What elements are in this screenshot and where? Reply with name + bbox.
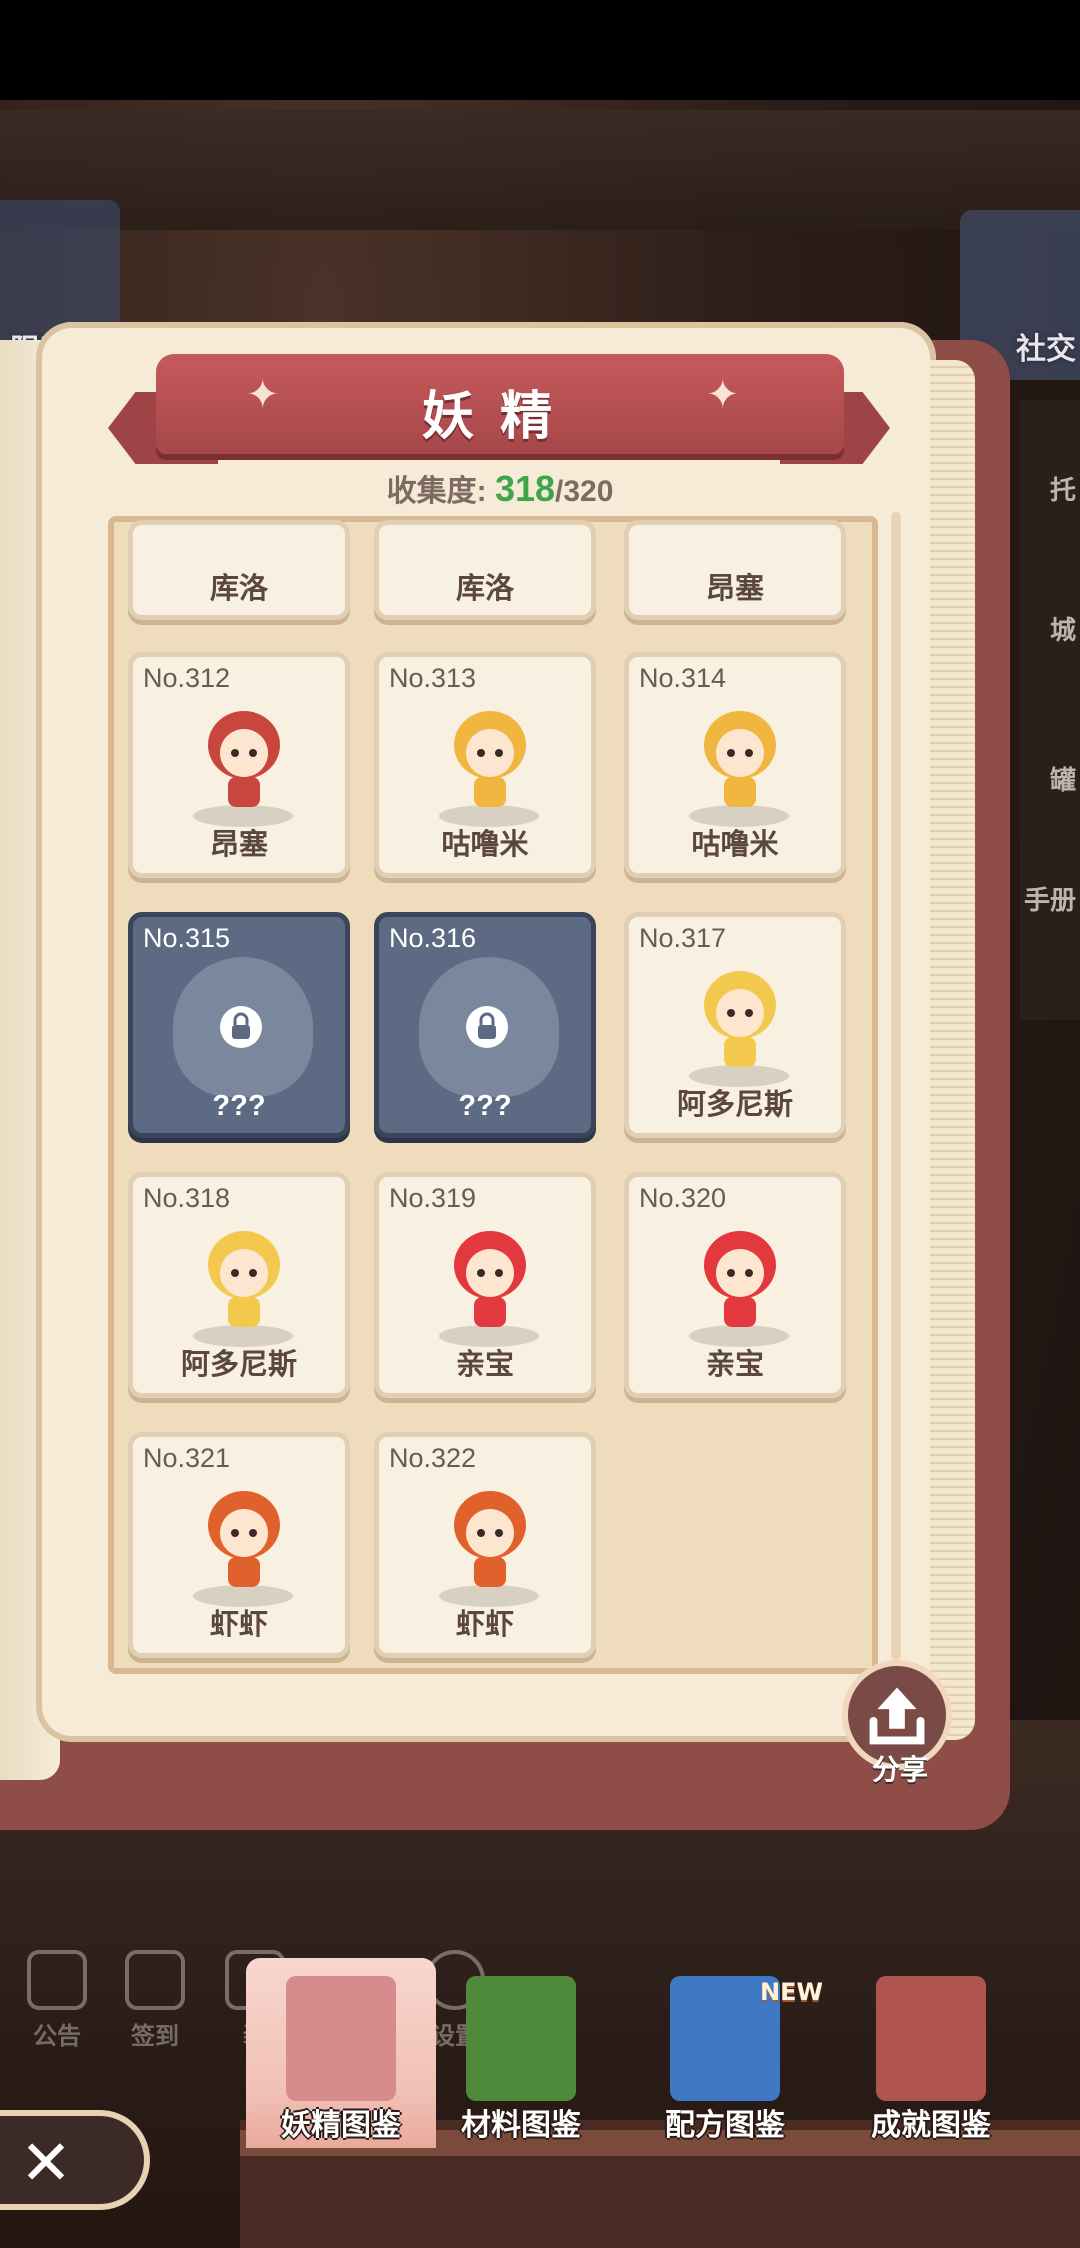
- fairy-number: No.315: [143, 923, 231, 953]
- fairy-number: No.322: [389, 1443, 477, 1473]
- right-strip-item[interactable]: 罐: [1050, 760, 1076, 797]
- side-social-label: 社交: [1016, 332, 1076, 367]
- fairy-name: ???: [212, 1090, 266, 1122]
- tab-label: 配方图鉴: [665, 2109, 785, 2142]
- sparkle-icon: ✦: [246, 372, 280, 418]
- background-shelf: [0, 110, 1080, 230]
- lock-icon: [466, 1006, 508, 1048]
- fairy-card[interactable]: No.318 阿多尼斯: [128, 1172, 350, 1398]
- fairy-number: No.318: [143, 1183, 231, 1213]
- fairy-portrait: [454, 711, 526, 807]
- collection-current: 318: [494, 468, 556, 509]
- tab-label: 材料图鉴: [461, 2109, 581, 2142]
- fairy-card[interactable]: No.322 虾虾: [374, 1432, 596, 1658]
- fairy-name: 咕噜米: [691, 829, 779, 861]
- fairy-card[interactable]: No.319 亲宝: [374, 1172, 596, 1398]
- fairy-number: No.320: [639, 1183, 727, 1213]
- fairy-portrait: [208, 711, 280, 807]
- fairy-book-icon: [286, 1976, 396, 2101]
- tab-material-codex[interactable]: 材料图鉴: [426, 1958, 616, 2148]
- fairy-name: 阿多尼斯: [676, 1089, 793, 1121]
- sparkle-icon: ✦: [706, 372, 740, 418]
- fairy-name: 咕噜米: [441, 829, 529, 861]
- fairy-name: 虾虾: [455, 1609, 514, 1641]
- fairy-name: 阿多尼斯: [180, 1349, 297, 1381]
- fairy-card[interactable]: No.312 昂塞: [128, 652, 350, 878]
- fairy-card[interactable]: 库洛: [374, 520, 596, 620]
- collection-progress: 收集度: 318/320: [0, 466, 1000, 510]
- material-book-icon: [466, 1976, 576, 2101]
- fairy-card[interactable]: No.320 亲宝: [624, 1172, 846, 1398]
- grid-scrollbar[interactable]: [891, 512, 901, 1660]
- fairy-number: No.312: [143, 663, 231, 693]
- faded-menu-checkin: 签到: [120, 1950, 190, 2051]
- fairy-card[interactable]: No.314 咕噜米: [624, 652, 846, 878]
- fairy-number: No.317: [639, 923, 727, 953]
- fairy-portrait: [704, 711, 776, 807]
- tab-fairy-codex[interactable]: 妖精图鉴: [246, 1958, 436, 2148]
- fairy-name: 库洛: [209, 573, 268, 605]
- tab-label: 妖精图鉴: [281, 2109, 401, 2142]
- fairy-card[interactable]: 库洛: [128, 520, 350, 620]
- fairy-portrait: [454, 1231, 526, 1327]
- right-strip-item[interactable]: 手册: [1024, 880, 1076, 917]
- fairy-name: 库洛: [455, 573, 514, 605]
- fairy-card[interactable]: 昂塞: [624, 520, 846, 620]
- fairy-portrait: [704, 971, 776, 1067]
- fairy-number: No.319: [389, 1183, 477, 1213]
- fairy-portrait: [208, 1491, 280, 1587]
- fairy-portrait: [704, 1231, 776, 1327]
- close-button[interactable]: ✕: [0, 2110, 150, 2210]
- fairy-name: 虾虾: [209, 1609, 268, 1641]
- collection-total: /320: [555, 475, 614, 508]
- tab-achievement-codex[interactable]: 成就图鉴: [836, 1958, 1026, 2148]
- tab-label: 成就图鉴: [871, 2109, 991, 2142]
- fairy-number: No.321: [143, 1443, 231, 1473]
- fairy-name: ???: [458, 1090, 512, 1122]
- collection-label: 收集度:: [386, 475, 487, 508]
- close-icon: ✕: [20, 2126, 72, 2199]
- book-page-edges: [930, 360, 975, 1740]
- faded-menu-announcement: 公告: [22, 1950, 92, 2051]
- fairy-number: No.314: [639, 663, 727, 693]
- right-strip-item[interactable]: 城: [1050, 610, 1076, 647]
- achievement-book-icon: [876, 1976, 986, 2101]
- fairy-card[interactable]: No.313 咕噜米: [374, 652, 596, 878]
- locked-fairy-card[interactable]: No.315???: [128, 912, 350, 1138]
- status-bar: [0, 0, 1080, 100]
- new-badge: NEW: [760, 1978, 823, 2006]
- fairy-name: 昂塞: [209, 829, 268, 861]
- fairy-name: 昂塞: [705, 573, 764, 605]
- lock-icon: [220, 1006, 262, 1048]
- fairy-card[interactable]: No.321 虾虾: [128, 1432, 350, 1658]
- fairy-card[interactable]: No.317 阿多尼斯: [624, 912, 846, 1138]
- fairy-name: 亲宝: [455, 1349, 514, 1381]
- fairy-portrait: [208, 1231, 280, 1327]
- share-label: 分享: [871, 1753, 928, 1786]
- fairy-name: 亲宝: [705, 1349, 764, 1381]
- fairy-number: No.316: [389, 923, 477, 953]
- fairy-number: No.313: [389, 663, 477, 693]
- locked-fairy-card[interactable]: No.316???: [374, 912, 596, 1138]
- fairy-portrait: [454, 1491, 526, 1587]
- right-menu-strip: 托 城 罐 手册: [1020, 400, 1080, 1020]
- right-strip-item[interactable]: 托: [1050, 470, 1076, 507]
